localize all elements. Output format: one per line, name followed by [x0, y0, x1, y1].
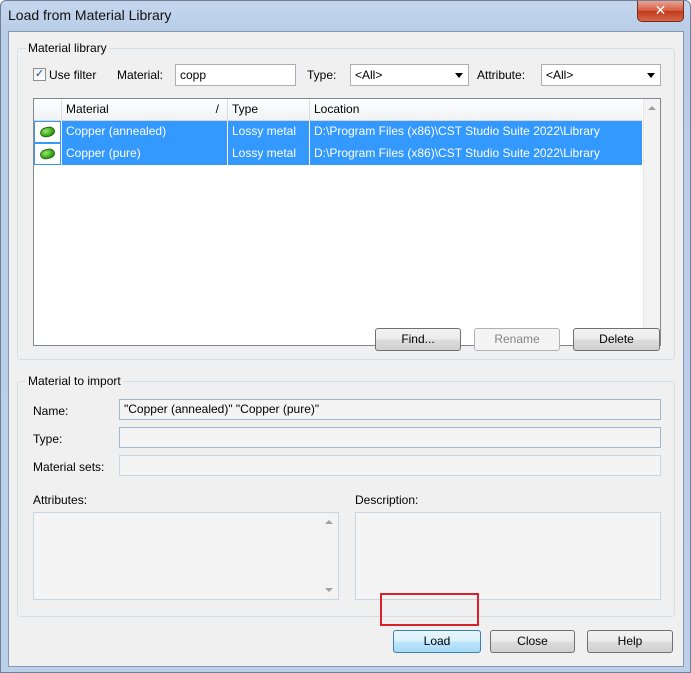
title-bar[interactable]: Load from Material Library ✕ [1, 1, 690, 31]
type-filter-value: <All> [355, 68, 383, 82]
type-field[interactable] [119, 427, 661, 448]
header-type-label: Type [232, 102, 259, 116]
attributes-box[interactable] [33, 512, 339, 600]
scroll-down-icon[interactable] [325, 588, 333, 592]
type-filter-label: Type: [307, 68, 337, 82]
name-field[interactable]: "Copper (annealed)" "Copper (pure)" [119, 399, 661, 420]
header-location[interactable]: Location [310, 99, 642, 121]
type-filter-select[interactable]: <All> [350, 64, 469, 86]
use-filter-checkbox[interactable]: ✓ [33, 68, 46, 81]
name-label: Name: [33, 404, 69, 418]
chevron-down-icon [647, 73, 655, 78]
attributes-scrollbar[interactable] [321, 513, 338, 599]
material-to-import-group-label: Material to import [26, 374, 123, 388]
type-label: Type: [33, 432, 63, 446]
table-header: Material / Type Location [34, 99, 642, 121]
header-type[interactable]: Type [228, 99, 310, 121]
scroll-up-icon[interactable] [648, 106, 656, 110]
table-row[interactable]: Copper (annealed) Lossy metal D:\Program… [34, 121, 642, 143]
table-row[interactable]: Copper (pure) Lossy metal D:\Program Fil… [34, 143, 642, 165]
table-vertical-scrollbar[interactable] [643, 99, 660, 345]
cell-location: D:\Program Files (x86)\CST Studio Suite … [310, 121, 642, 143]
rename-button[interactable]: Rename [474, 328, 560, 351]
checkmark-icon: ✓ [34, 68, 45, 80]
header-material[interactable]: Material / [62, 99, 228, 121]
cell-type: Lossy metal [228, 143, 310, 165]
load-button-highlight [380, 593, 479, 626]
help-button[interactable]: Help [587, 630, 673, 653]
load-button[interactable]: Load [393, 630, 481, 653]
close-icon: ✕ [654, 2, 667, 18]
attributes-label: Attributes: [33, 493, 88, 507]
dialog-window: Load from Material Library ✕ Material li… [0, 0, 691, 673]
row-icon-cell [34, 143, 61, 165]
close-window-button[interactable]: ✕ [637, 1, 684, 22]
material-brick-icon [39, 147, 56, 161]
material-library-group-label: Material library [26, 41, 109, 55]
use-filter-label[interactable]: Use filter [49, 68, 96, 82]
attribute-filter-select[interactable]: <All> [541, 64, 661, 86]
row-icon-cell [34, 121, 61, 143]
header-icon-column[interactable] [34, 99, 62, 121]
dialog-client-area: Material library ✓ Use filter Material: … [8, 31, 684, 667]
cell-location: D:\Program Files (x86)\CST Studio Suite … [310, 143, 642, 165]
sort-indicator-icon: / [215, 102, 219, 116]
material-sets-label: Material sets: [33, 460, 105, 474]
find-button[interactable]: Find... [375, 328, 461, 351]
description-box[interactable] [355, 512, 661, 600]
window-title: Load from Material Library [8, 7, 172, 23]
delete-button[interactable]: Delete [573, 328, 660, 351]
material-filter-label: Material: [117, 68, 164, 82]
header-location-label: Location [314, 102, 360, 116]
material-table: Material / Type Location Copper (anneale… [33, 98, 661, 346]
material-sets-field[interactable] [119, 455, 661, 476]
scroll-up-icon[interactable] [325, 520, 333, 524]
chevron-down-icon [455, 73, 463, 78]
attribute-filter-value: <All> [546, 68, 574, 82]
cell-material: Copper (pure) [62, 143, 228, 165]
close-button[interactable]: Close [490, 630, 575, 653]
header-material-label: Material [66, 102, 109, 116]
cell-material: Copper (annealed) [62, 121, 228, 143]
attribute-filter-label: Attribute: [477, 68, 526, 82]
material-filter-input[interactable]: copp [175, 64, 296, 86]
cell-type: Lossy metal [228, 121, 310, 143]
material-brick-icon [39, 125, 56, 139]
description-label: Description: [355, 493, 419, 507]
